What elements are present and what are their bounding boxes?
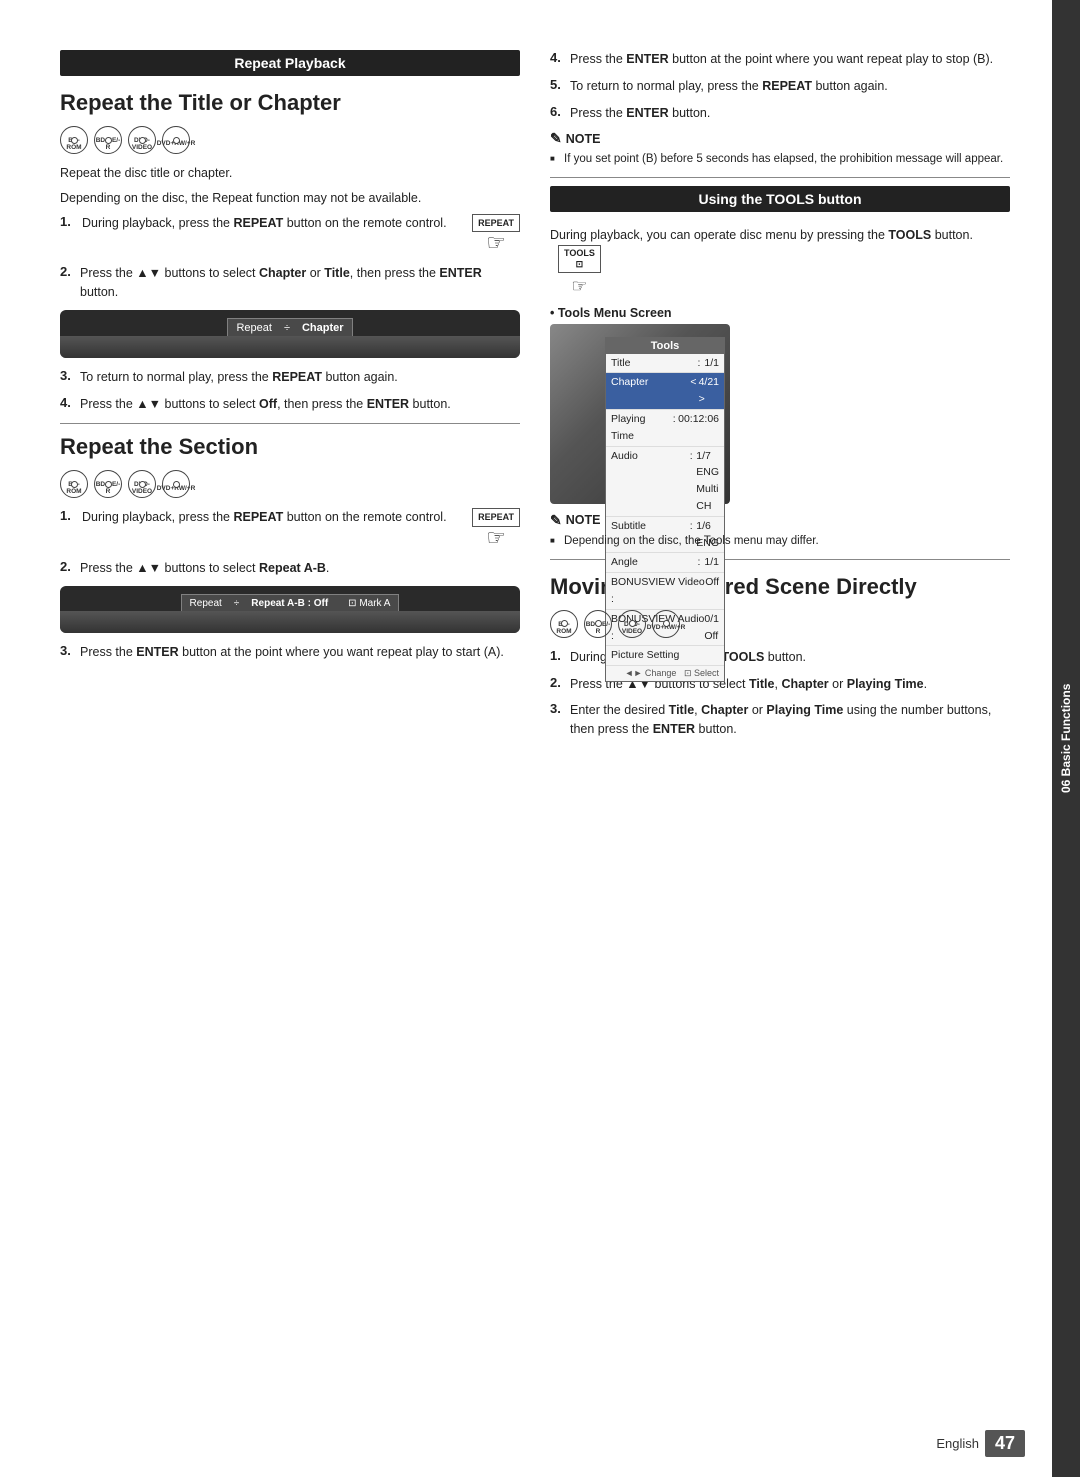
disc-icon-dvdrw-3: DVD+RW/+R [652, 610, 680, 638]
disc-icon-bdre-3: BD-RE/-R [584, 610, 612, 638]
tools-footer: ◄► Change ⊡ Select [606, 666, 724, 681]
tools-mockup-wrap: Tools Title : 1/1 Chapter < 4/21 > [550, 324, 1010, 504]
tools-button-icon: TOOLS⊡ [558, 245, 601, 273]
disc-icon-bdre-2: BD-RE/-R [94, 470, 122, 498]
disc-icon-dvdvideo: DVD-VIDEO [128, 126, 156, 154]
section-step-3: 3. Press the ENTER button at the point w… [60, 643, 520, 662]
section-header-repeat-playback: Repeat Playback [60, 50, 520, 76]
section-step-1: 1. During playback, press the REPEAT but… [60, 508, 520, 551]
right-step-5: 5. To return to normal play, press the R… [550, 77, 1010, 96]
disc-icon-dvdvideo-3: DVD-VIDEO [618, 610, 646, 638]
note-text-2: Depending on the disc, the Tools menu ma… [550, 533, 1010, 549]
repeat-description2: Depending on the disc, the Repeat functi… [60, 189, 520, 208]
section-header-tools: Using the TOOLS button [550, 186, 1010, 212]
separator-1 [60, 423, 520, 424]
note-icon-2: ✎ [550, 512, 562, 529]
note-icon-1: ✎ [550, 130, 562, 147]
tools-header-title: Using the TOOLS button [698, 191, 861, 207]
repeat-playback-title: Repeat Playback [234, 55, 345, 71]
page-footer: English 47 [936, 1430, 1025, 1457]
disc-icons-row-2: BD-ROM BD-RE/-R DVD-VIDEO DVD+RW/+R [60, 470, 520, 498]
page-language: English [936, 1436, 979, 1451]
tools-description: During playback, you can operate disc me… [550, 226, 1010, 299]
tools-row-picture: Picture Setting [606, 646, 724, 666]
hand-icon-1: ☞ [486, 230, 506, 256]
moving-step-3: 3. Enter the desired Title, Chapter or P… [550, 701, 1010, 739]
note-section-1: ✎ NOTE If you set point (B) before 5 sec… [550, 130, 1010, 167]
separator-2 [550, 177, 1010, 178]
tools-row-playing-time: Playing Time : 00:12:06 [606, 410, 724, 447]
repeat-description1: Repeat the disc title or chapter. [60, 164, 520, 183]
tools-row-angle: Angle : 1/1 [606, 553, 724, 573]
osd-display-ab: Repeat ÷ Repeat A-B : Off ⊡ Mark A [181, 594, 400, 613]
tools-mockup-image-area: Tools Title : 1/1 Chapter < 4/21 > [550, 324, 730, 504]
tools-menu-screen-label: • Tools Menu Screen [550, 306, 1010, 320]
disc-icon-dvdrw: DVD+RW/+R [162, 126, 190, 154]
screen-mockup-chapter: Repeat ÷ Chapter [60, 310, 520, 358]
tools-row-bonusview-video: BONUSVIEW Video : Off [606, 573, 724, 610]
disc-icon-bdrom: BD-ROM [60, 126, 88, 154]
disc-icons-row-1: BD-ROM BD-RE/-R DVD-VIDEO DVD+RW/+R [60, 126, 520, 154]
hand-icon-tools: ☞ [571, 273, 587, 300]
disc-icon-dvdvideo-2: DVD-VIDEO [128, 470, 156, 498]
section-step-2: 2. Press the ▲▼ buttons to select Repeat… [60, 559, 520, 578]
screen-mockup-repeat-ab: Repeat ÷ Repeat A-B : Off ⊡ Mark A [60, 586, 520, 633]
step-3-normal-play: 3. To return to normal play, press the R… [60, 368, 520, 387]
tools-row-audio: Audio : 1/7 ENG Multi CH [606, 447, 724, 517]
repeat-section-heading: Repeat the Section [60, 434, 520, 460]
right-step-6: 6. Press the ENTER button. [550, 104, 1010, 123]
title-or-chapter-heading: Repeat the Title or Chapter [60, 90, 520, 116]
step-2-select-chapter: 2. Press the ▲▼ buttons to select Chapte… [60, 264, 520, 302]
step-1-repeat-title: 1. During playback, press the REPEAT but… [60, 214, 520, 257]
continued-steps-area: 4. Press the ENTER button at the point w… [550, 50, 1010, 122]
page-number: 47 [985, 1430, 1025, 1457]
step-4-off: 4. Press the ▲▼ buttons to select Off, t… [60, 395, 520, 414]
right-step-4: 4. Press the ENTER button at the point w… [550, 50, 1010, 69]
disc-icon-dvdrw-2: DVD+RW/+R [162, 470, 190, 498]
disc-icon-bdre: BD-RE/-R [94, 126, 122, 154]
hand-icon-2: ☞ [486, 525, 506, 551]
note-text-1: If you set point (B) before 5 seconds ha… [550, 151, 1010, 167]
osd-display-chapter: Repeat ÷ Chapter [227, 318, 352, 338]
tools-row-chapter: Chapter < 4/21 > [606, 373, 724, 410]
disc-icon-bdrom-3: BD-ROM [550, 610, 578, 638]
side-tab: 06 Basic Functions [1052, 0, 1080, 1477]
disc-icon-bdrom-2: BD-ROM [60, 470, 88, 498]
tools-row-title: Title : 1/1 [606, 354, 724, 374]
